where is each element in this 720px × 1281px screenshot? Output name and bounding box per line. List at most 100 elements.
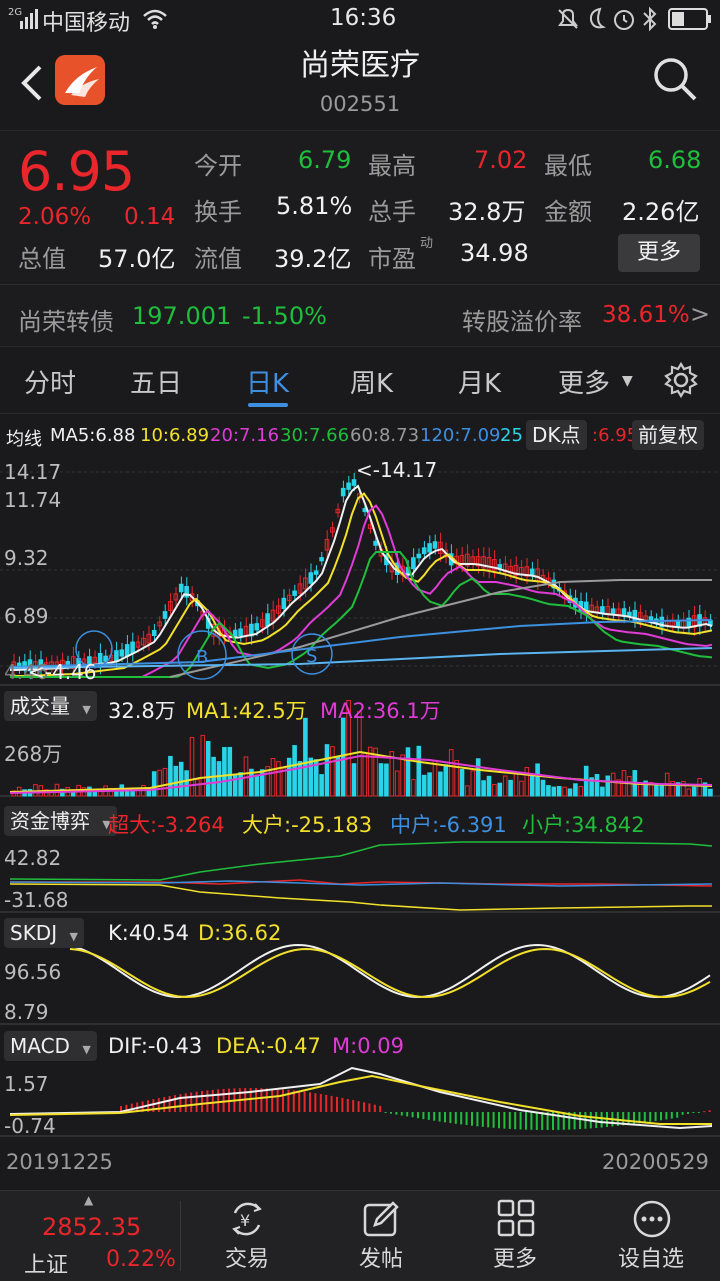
- macd-bar: [217, 1089, 220, 1112]
- macd-bar: [190, 1092, 193, 1112]
- macd-bar: [422, 1112, 425, 1120]
- volume-bar: [340, 717, 346, 797]
- macd-bar: [282, 1089, 284, 1112]
- fund-indicator-select[interactable]: 资金博弈 ▼: [4, 806, 117, 836]
- volume-bar: [157, 769, 162, 797]
- tab-more[interactable]: 更多: [558, 363, 610, 400]
- candle-body: [373, 540, 378, 546]
- macd-m: M:0.09: [332, 1034, 404, 1058]
- volume-bar: [540, 779, 546, 797]
- volume-bar: [513, 773, 519, 797]
- macd-bar: [627, 1112, 630, 1125]
- macd-bar: [530, 1112, 533, 1130]
- volume-bar: [286, 757, 292, 797]
- macd-bar: [341, 1097, 344, 1112]
- macd-bar: [508, 1112, 511, 1129]
- macd-axis-bottom: -0.74: [4, 1114, 56, 1138]
- nav-watchlist[interactable]: 设自选: [584, 1191, 718, 1281]
- min-price-marker: <-4.46: [28, 660, 97, 684]
- search-icon[interactable]: [652, 56, 698, 102]
- convertible-bond-row[interactable]: 尚荣转债 197.001 -1.50% 转股溢价率 38.61% >: [0, 288, 720, 344]
- macd-bar: [687, 1112, 689, 1114]
- volume-bar: [411, 779, 416, 797]
- macd-bar: [206, 1090, 209, 1112]
- tab-five-day[interactable]: 五日: [130, 363, 182, 400]
- macd-bar: [325, 1094, 328, 1112]
- volume-bar: [637, 783, 643, 797]
- settings-gear-icon[interactable]: [662, 361, 700, 399]
- tab-weekly-k[interactable]: 周K: [350, 363, 393, 400]
- volume-bar: [292, 745, 297, 797]
- volume-bar: [189, 736, 195, 797]
- volume-bar: [497, 782, 503, 797]
- volume-bar: [481, 780, 486, 797]
- volume-bar: [708, 788, 713, 797]
- candle-body: [411, 557, 416, 570]
- low-label: 最低: [544, 152, 592, 180]
- volume-bar: [184, 770, 189, 797]
- macd-bar: [195, 1091, 198, 1112]
- volume-bar: [319, 774, 324, 797]
- volume-bar: [556, 785, 562, 797]
- ma30-value: 30:7.66: [280, 425, 350, 446]
- volume-bar: [486, 775, 492, 797]
- candle-body: [254, 623, 260, 631]
- macd-indicator-select[interactable]: MACD ▼: [4, 1031, 97, 1061]
- pe-superscript: 动: [420, 236, 434, 251]
- adjust-button[interactable]: 前复权: [632, 420, 704, 450]
- more-dots-icon: [633, 1200, 671, 1238]
- volume-bar: [546, 785, 551, 797]
- nav-more[interactable]: 更多: [448, 1191, 582, 1281]
- macd-bar: [692, 1112, 695, 1114]
- candle-body: [124, 644, 130, 657]
- trade-yuan-icon: ¥: [232, 1202, 262, 1236]
- macd-bar: [395, 1112, 398, 1115]
- macd-bar: [400, 1112, 403, 1116]
- nav-more-label: 更多: [492, 1247, 537, 1272]
- nav-trade[interactable]: ¥ 交易: [180, 1191, 314, 1281]
- index-name: 上证: [24, 1253, 69, 1278]
- index-value: 2852.35: [42, 1213, 142, 1241]
- candle-body: [627, 611, 632, 617]
- index-ticker[interactable]: ▲ 2852.35 上证 0.22%: [0, 1191, 180, 1281]
- more-button[interactable]: 更多: [618, 234, 700, 272]
- fund-medium: 中户:-6.391: [390, 813, 507, 837]
- tab-daily-k[interactable]: 日K: [246, 363, 289, 400]
- macd-bar: [643, 1112, 646, 1123]
- macd-bar: [330, 1095, 333, 1112]
- volume-bar: [200, 734, 206, 797]
- pe-label: 市盈: [368, 245, 416, 273]
- ma250-value: 25: [500, 425, 523, 446]
- signal-icon: [20, 9, 38, 29]
- macd-histogram: [9, 1066, 713, 1130]
- macd-bar: [222, 1088, 225, 1112]
- volume-bar: [529, 773, 535, 797]
- premium-value: 38.61%: [602, 302, 690, 328]
- macd-bar: [174, 1095, 176, 1112]
- volume-bar: [492, 784, 497, 797]
- skdj-lines: [69, 944, 711, 999]
- total-cap-value: 57.0亿: [98, 245, 176, 273]
- volume-bar: [438, 771, 443, 797]
- carrier-name: 中国移动: [42, 11, 131, 36]
- volume-bar: [168, 755, 173, 797]
- nav-post[interactable]: 发帖: [314, 1191, 448, 1281]
- macd-bar: [390, 1112, 392, 1114]
- volume-bar: [195, 779, 200, 797]
- skdj-indicator-select[interactable]: SKDJ ▼: [4, 918, 84, 948]
- volume-indicator-select[interactable]: 成交量 ▼: [4, 691, 97, 721]
- macd-bar: [519, 1112, 522, 1130]
- change-amount: 0.14: [124, 204, 176, 230]
- y-axis-label: 6.89: [4, 604, 49, 628]
- tab-monthly-k[interactable]: 月K: [458, 363, 501, 400]
- tab-intraday[interactable]: 分时: [24, 363, 76, 400]
- macd-bar: [179, 1094, 182, 1112]
- dk-point-button[interactable]: DK点: [526, 420, 587, 450]
- clock: 16:36: [330, 5, 397, 31]
- ma-label: 均线: [6, 429, 42, 450]
- volume-bar: [427, 772, 432, 797]
- candle-body: [238, 628, 243, 637]
- high-label: 最高: [368, 152, 416, 180]
- macd-bar: [438, 1112, 441, 1122]
- macd-bar: [384, 1112, 387, 1113]
